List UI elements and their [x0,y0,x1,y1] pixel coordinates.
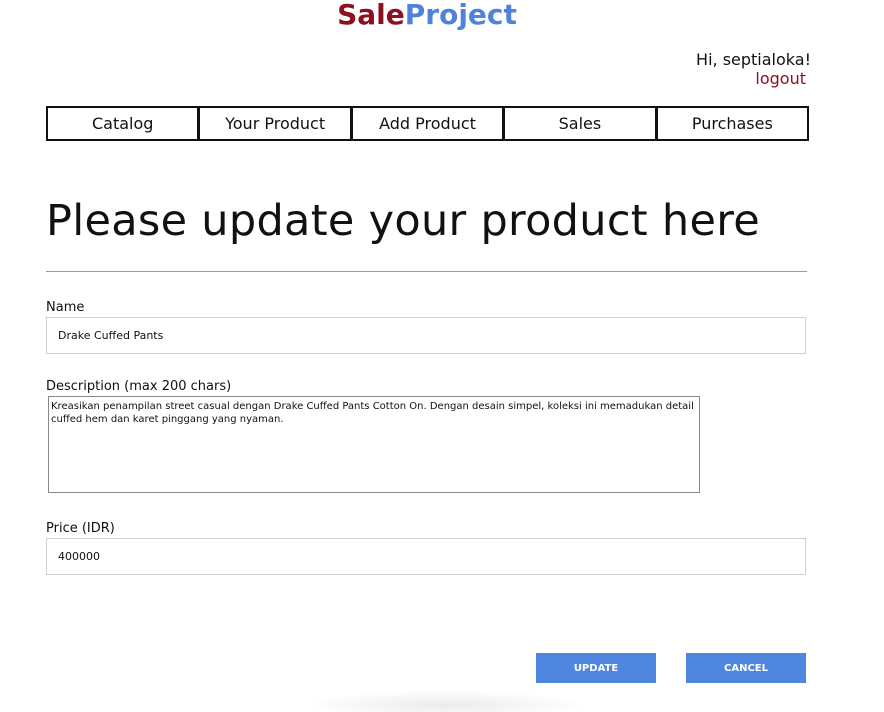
main-navbar: Catalog Your Product Add Product Sales P… [46,106,809,141]
name-input[interactable] [46,317,806,354]
bottom-shadow [300,690,590,712]
logo-project-text: Project [404,0,517,31]
price-label: Price (IDR) [46,521,115,536]
nav-add-product[interactable]: Add Product [353,108,506,139]
user-box: Hi, septialoka! logout [696,50,811,88]
price-input[interactable] [46,538,806,575]
nav-your-product[interactable]: Your Product [200,108,353,139]
title-divider [46,271,807,272]
logo-sale-text: Sale [337,0,405,31]
nav-catalog[interactable]: Catalog [48,108,201,139]
logout-link[interactable]: logout [696,69,811,88]
user-greeting: Hi, septialoka! [696,50,811,69]
nav-purchases[interactable]: Purchases [658,108,807,139]
update-product-page: SaleProject Hi, septialoka! logout Catal… [0,0,884,712]
cancel-button[interactable]: CANCEL [686,653,806,683]
nav-sales[interactable]: Sales [505,108,658,139]
description-textarea[interactable]: Kreasikan penampilan street casual denga… [48,396,700,493]
page-title: Please update your product here [46,196,760,246]
description-label: Description (max 200 chars) [46,379,232,394]
update-button[interactable]: UPDATE [536,653,656,683]
name-label: Name [46,300,85,315]
app-logo[interactable]: SaleProject [0,0,854,30]
